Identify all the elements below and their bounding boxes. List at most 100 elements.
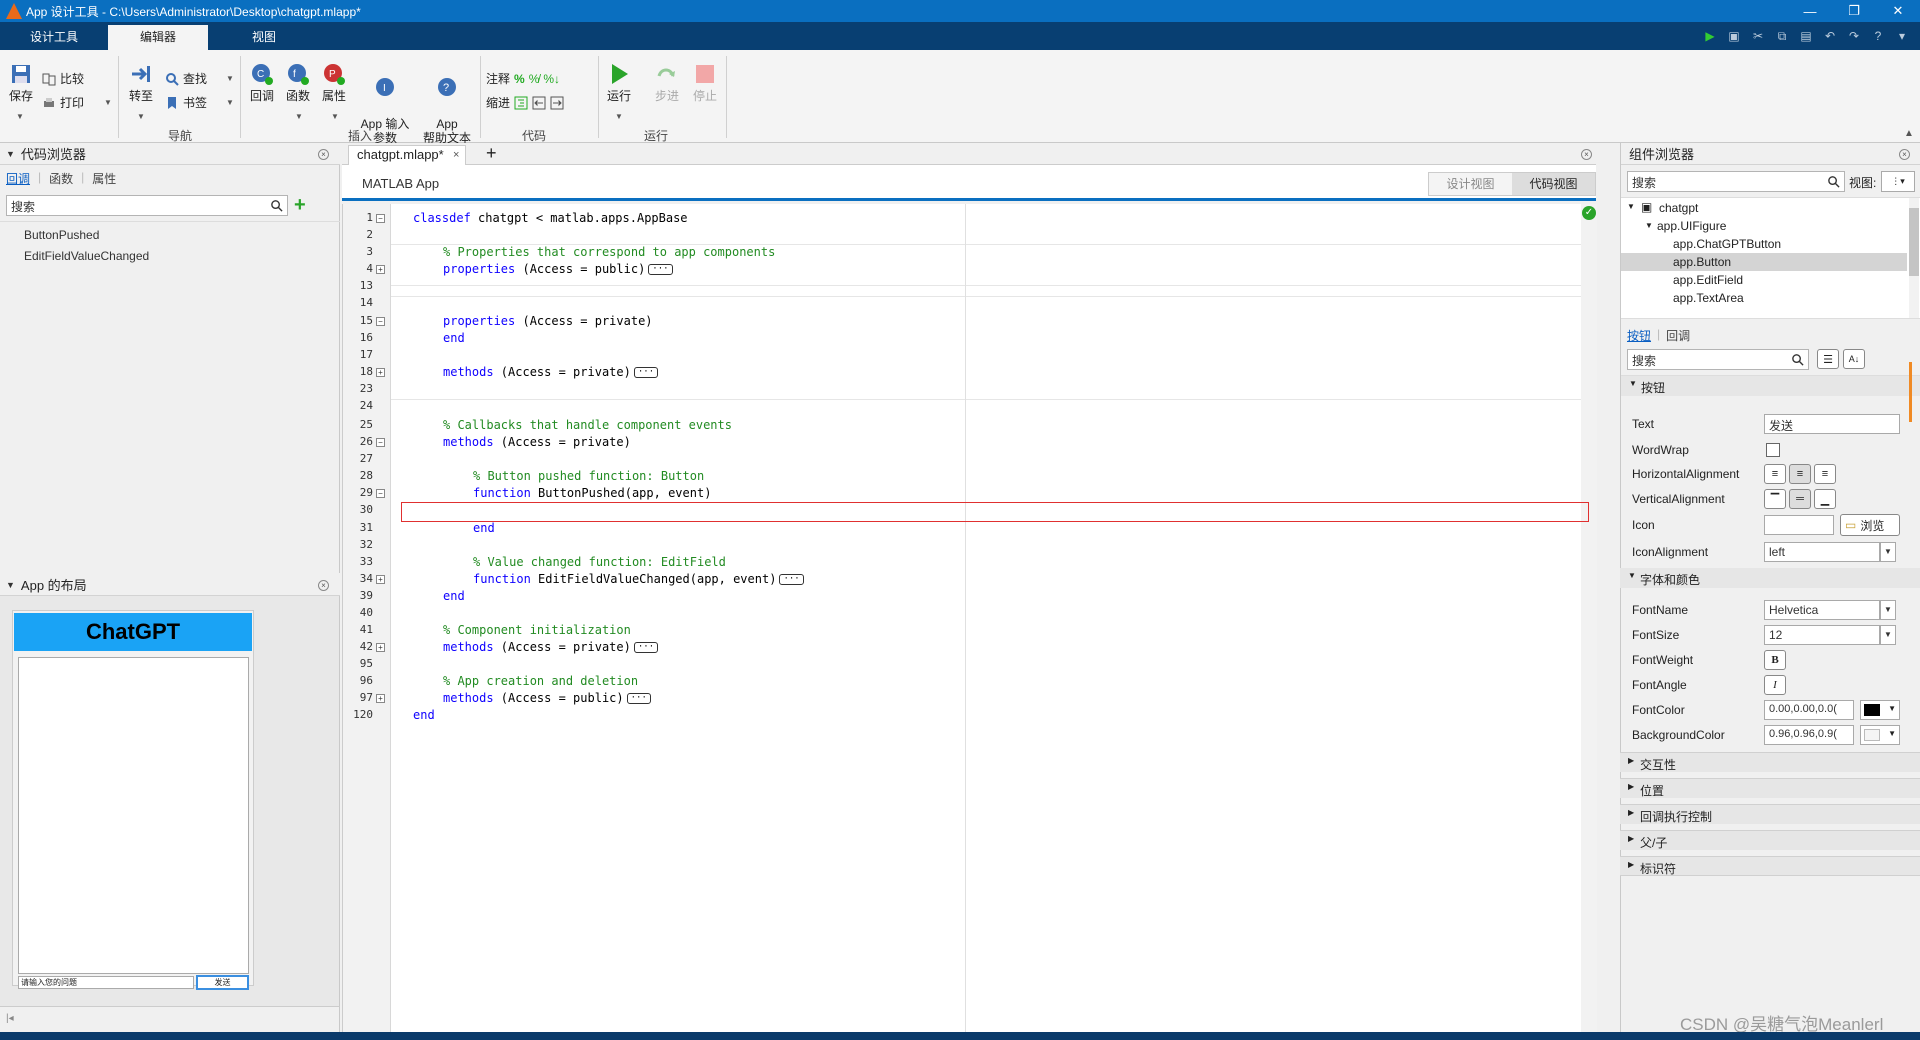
print-dropdown-icon[interactable]: ▼ — [104, 98, 112, 107]
minimize-button[interactable]: — — [1788, 0, 1832, 22]
italic-toggle[interactable]: I — [1764, 675, 1786, 695]
prop-fontcolor-input[interactable]: 0.00,0.00,0.0( — [1764, 700, 1854, 720]
scroll-indicator[interactable] — [1909, 362, 1912, 422]
list-item[interactable]: ButtonPushed — [24, 228, 99, 242]
prop-text-input[interactable]: 发送 — [1764, 414, 1900, 434]
fold-toggle-icon[interactable]: + — [376, 368, 385, 377]
paste-icon[interactable]: ▤ — [1796, 26, 1816, 46]
tree-item-chatgptbutton[interactable]: app.ChatGPTButton — [1673, 237, 1781, 251]
decrease-indent-icon[interactable] — [532, 96, 546, 110]
collapse-triangle-icon[interactable]: ▼ — [6, 149, 15, 159]
save-button[interactable]: 保存 — [6, 62, 36, 103]
close-button[interactable]: ✕ — [1876, 0, 1920, 22]
save-icon[interactable]: ▣ — [1724, 26, 1744, 46]
code-analyzer-ok-icon[interactable]: ✓ — [1582, 206, 1596, 220]
increase-indent-icon[interactable] — [550, 96, 564, 110]
save-dropdown-icon[interactable]: ▼ — [16, 112, 24, 121]
close-panel-icon[interactable]: × — [1899, 149, 1910, 160]
collapse-triangle-icon[interactable]: ▼ — [6, 580, 15, 590]
callback-button[interactable]: C 回调 — [246, 62, 278, 103]
preview-chatgpt-button[interactable]: ChatGPT — [14, 613, 252, 651]
ribbon-collapse-icon[interactable]: ▾ — [1892, 26, 1912, 46]
preview-text-area[interactable] — [18, 657, 249, 974]
bookmark-button[interactable]: 书签 — [165, 94, 207, 111]
file-tab[interactable]: chatgpt.mlapp* × — [348, 145, 466, 165]
expand-icon[interactable]: ▼ — [1627, 202, 1635, 211]
find-button[interactable]: 查找 — [165, 70, 207, 87]
component-search-input[interactable]: 搜索 — [1627, 171, 1845, 192]
goto-button[interactable]: 转至 — [126, 62, 156, 103]
section-font-header[interactable]: ▼ 字体和颜色 — [1620, 568, 1920, 588]
prop-icon-input[interactable] — [1764, 515, 1834, 535]
print-button[interactable]: 打印 — [42, 94, 84, 111]
fold-toggle-icon[interactable]: + — [376, 265, 385, 274]
indent-button[interactable]: 缩进 — [486, 94, 564, 111]
browse-button[interactable]: ▭ 浏览 — [1840, 514, 1900, 536]
tree-scrollbar[interactable] — [1909, 198, 1919, 318]
tree-item-editfield[interactable]: app.EditField — [1673, 273, 1743, 287]
section-identifiers-header[interactable]: ▶ 标识符 — [1620, 856, 1920, 876]
design-view-button[interactable]: 设计视图 — [1429, 173, 1512, 195]
collapsed-code-icon[interactable]: ··· — [648, 264, 673, 275]
preview-edit-field[interactable]: 请输入您的问题 — [18, 976, 194, 989]
run-icon[interactable]: ▶ — [1700, 26, 1720, 46]
function-button[interactable]: f 函数 — [282, 62, 314, 103]
redo-icon[interactable]: ↷ — [1844, 26, 1864, 46]
wrap-comment-icon[interactable]: %↓ — [543, 72, 560, 86]
smart-indent-icon[interactable] — [514, 96, 528, 110]
section-button-header[interactable]: ▼ 按钮 — [1621, 376, 1920, 396]
collapsed-code-icon[interactable]: ··· — [633, 367, 659, 378]
tree-item-chatgpt[interactable]: chatgpt — [1659, 201, 1698, 215]
bold-toggle[interactable]: B — [1764, 650, 1786, 670]
search-icon[interactable] — [1791, 353, 1804, 366]
align-top-icon[interactable]: ▔ — [1764, 489, 1786, 509]
chevron-down-icon[interactable]: ▼ — [1880, 542, 1896, 562]
prop-fontname-select[interactable]: Helvetica — [1764, 600, 1880, 620]
preview-send-button[interactable]: 发送 — [196, 975, 249, 990]
run-dropdown-icon[interactable]: ▼ — [615, 112, 623, 121]
sort-az-icon[interactable]: A↓ — [1843, 349, 1865, 369]
align-left-icon[interactable]: ≡ — [1764, 464, 1786, 484]
property-button[interactable]: P 属性 — [318, 62, 350, 103]
section-interactivity-header[interactable]: ▶ 交互性 — [1620, 752, 1920, 772]
tab-view[interactable]: 视图 — [208, 25, 320, 50]
search-icon[interactable] — [1827, 175, 1840, 188]
tab-properties[interactable]: 属性 — [92, 170, 116, 187]
expand-icon[interactable]: ▼ — [1645, 221, 1653, 230]
close-tab-icon[interactable]: × — [453, 146, 459, 164]
list-item[interactable]: EditFieldValueChanged — [24, 249, 149, 263]
view-mode-dropdown[interactable]: ⋮▾ — [1881, 171, 1915, 192]
fold-toggle-icon[interactable]: − — [376, 489, 385, 498]
align-middle-icon[interactable]: ═ — [1789, 489, 1811, 509]
undo-icon[interactable]: ↶ — [1820, 26, 1840, 46]
tab-button-props[interactable]: 按钮 — [1627, 327, 1651, 344]
property-dropdown-icon[interactable]: ▼ — [331, 112, 339, 121]
comment-percent-icon[interactable]: % — [514, 72, 525, 86]
group-view-icon[interactable]: ☰ — [1817, 349, 1839, 369]
chevron-down-icon[interactable]: ▼ — [1880, 600, 1896, 620]
section-callback-control-header[interactable]: ▶ 回调执行控制 — [1620, 804, 1920, 824]
wordwrap-checkbox[interactable] — [1766, 443, 1780, 457]
run-button[interactable]: 运行 — [604, 62, 634, 103]
close-panel-icon[interactable]: × — [318, 580, 329, 591]
fold-toggle-icon[interactable]: − — [376, 317, 385, 326]
collapsed-code-icon[interactable]: ··· — [779, 574, 804, 585]
collapse-ribbon-icon[interactable]: ▲ — [1904, 128, 1914, 139]
align-right-icon[interactable]: ≡ — [1814, 464, 1836, 484]
prop-iconalign-select[interactable]: left — [1764, 542, 1880, 562]
section-parent-child-header[interactable]: ▶ 父/子 — [1620, 830, 1920, 850]
tab-designer[interactable]: 设计工具 — [0, 25, 108, 50]
maximize-button[interactable]: ❐ — [1832, 0, 1876, 22]
find-dropdown-icon[interactable]: ▼ — [226, 74, 234, 83]
tree-item-uifigure[interactable]: app.UIFigure — [1657, 219, 1726, 233]
comment-button[interactable]: 注释 % %̸ %↓ — [486, 70, 560, 87]
code-view-button[interactable]: 代码视图 — [1512, 173, 1595, 195]
copy-icon[interactable]: ⧉ — [1772, 26, 1792, 46]
fold-toggle-icon[interactable]: − — [376, 214, 385, 223]
align-center-icon[interactable]: ≡ — [1789, 464, 1811, 484]
collapsed-code-icon[interactable]: ··· — [633, 642, 659, 653]
search-icon[interactable] — [270, 199, 283, 212]
prop-bgcolor-input[interactable]: 0.96,0.96,0.9( — [1764, 725, 1854, 745]
tree-item-textarea[interactable]: app.TextArea — [1673, 291, 1744, 305]
bgcolor-picker[interactable]: ▼ — [1860, 725, 1900, 745]
